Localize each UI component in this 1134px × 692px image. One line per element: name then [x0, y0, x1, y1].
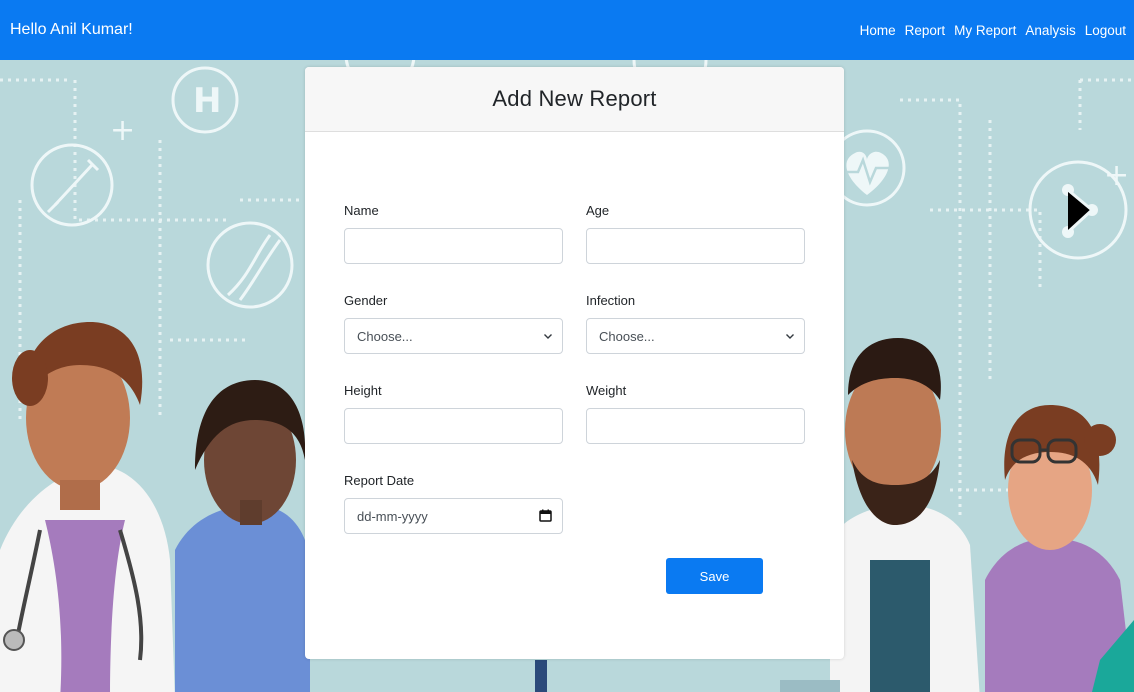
gender-select[interactable]: Choose... — [344, 318, 563, 354]
height-label: Height — [344, 383, 382, 398]
svg-text:+: + — [1104, 158, 1129, 193]
report-date-field-group: Report Date dd-mm-yyyy — [344, 473, 563, 534]
report-date-label: Report Date — [344, 473, 415, 488]
nav-report[interactable]: Report — [905, 23, 946, 38]
page-title: Add New Report — [492, 86, 657, 111]
weight-label: Weight — [586, 383, 627, 398]
nav-logout[interactable]: Logout — [1085, 23, 1126, 38]
nav-links: Home Report My Report Analysis Logout — [860, 23, 1126, 38]
age-label: Age — [586, 203, 610, 218]
infection-selected-value: Choose... — [586, 318, 805, 354]
weight-input[interactable] — [586, 408, 805, 444]
card-header: Add New Report — [305, 67, 844, 132]
add-report-card: Add New Report Name Age Gender Choose...… — [305, 67, 844, 659]
height-field-group: Height — [344, 383, 563, 444]
gender-selected-value: Choose... — [344, 318, 563, 354]
calendar-icon[interactable] — [539, 509, 552, 522]
save-button[interactable]: Save — [666, 558, 763, 594]
name-field-group: Name — [344, 203, 563, 264]
svg-text:+: + — [110, 113, 135, 148]
report-date-input[interactable]: dd-mm-yyyy — [344, 498, 563, 534]
nav-analysis[interactable]: Analysis — [1025, 23, 1075, 38]
chevron-down-icon — [786, 334, 794, 339]
age-field-group: Age — [586, 203, 805, 264]
nav-my-report[interactable]: My Report — [954, 23, 1016, 38]
infection-field-group: Infection Choose... — [586, 293, 805, 354]
report-date-placeholder: dd-mm-yyyy — [344, 498, 563, 534]
name-label: Name — [344, 203, 379, 218]
height-input[interactable] — [344, 408, 563, 444]
navbar: Hello Anil Kumar! Home Report My Report … — [0, 0, 1134, 60]
infection-label: Infection — [586, 293, 636, 308]
weight-field-group: Weight — [586, 383, 805, 444]
nav-home[interactable]: Home — [860, 23, 896, 38]
age-input[interactable] — [586, 228, 805, 264]
gender-field-group: Gender Choose... — [344, 293, 563, 354]
infection-select[interactable]: Choose... — [586, 318, 805, 354]
greeting: Hello Anil Kumar! — [10, 21, 133, 38]
name-input[interactable] — [344, 228, 563, 264]
svg-text:H: H — [193, 81, 221, 121]
gender-label: Gender — [344, 293, 388, 308]
chevron-down-icon — [544, 334, 552, 339]
